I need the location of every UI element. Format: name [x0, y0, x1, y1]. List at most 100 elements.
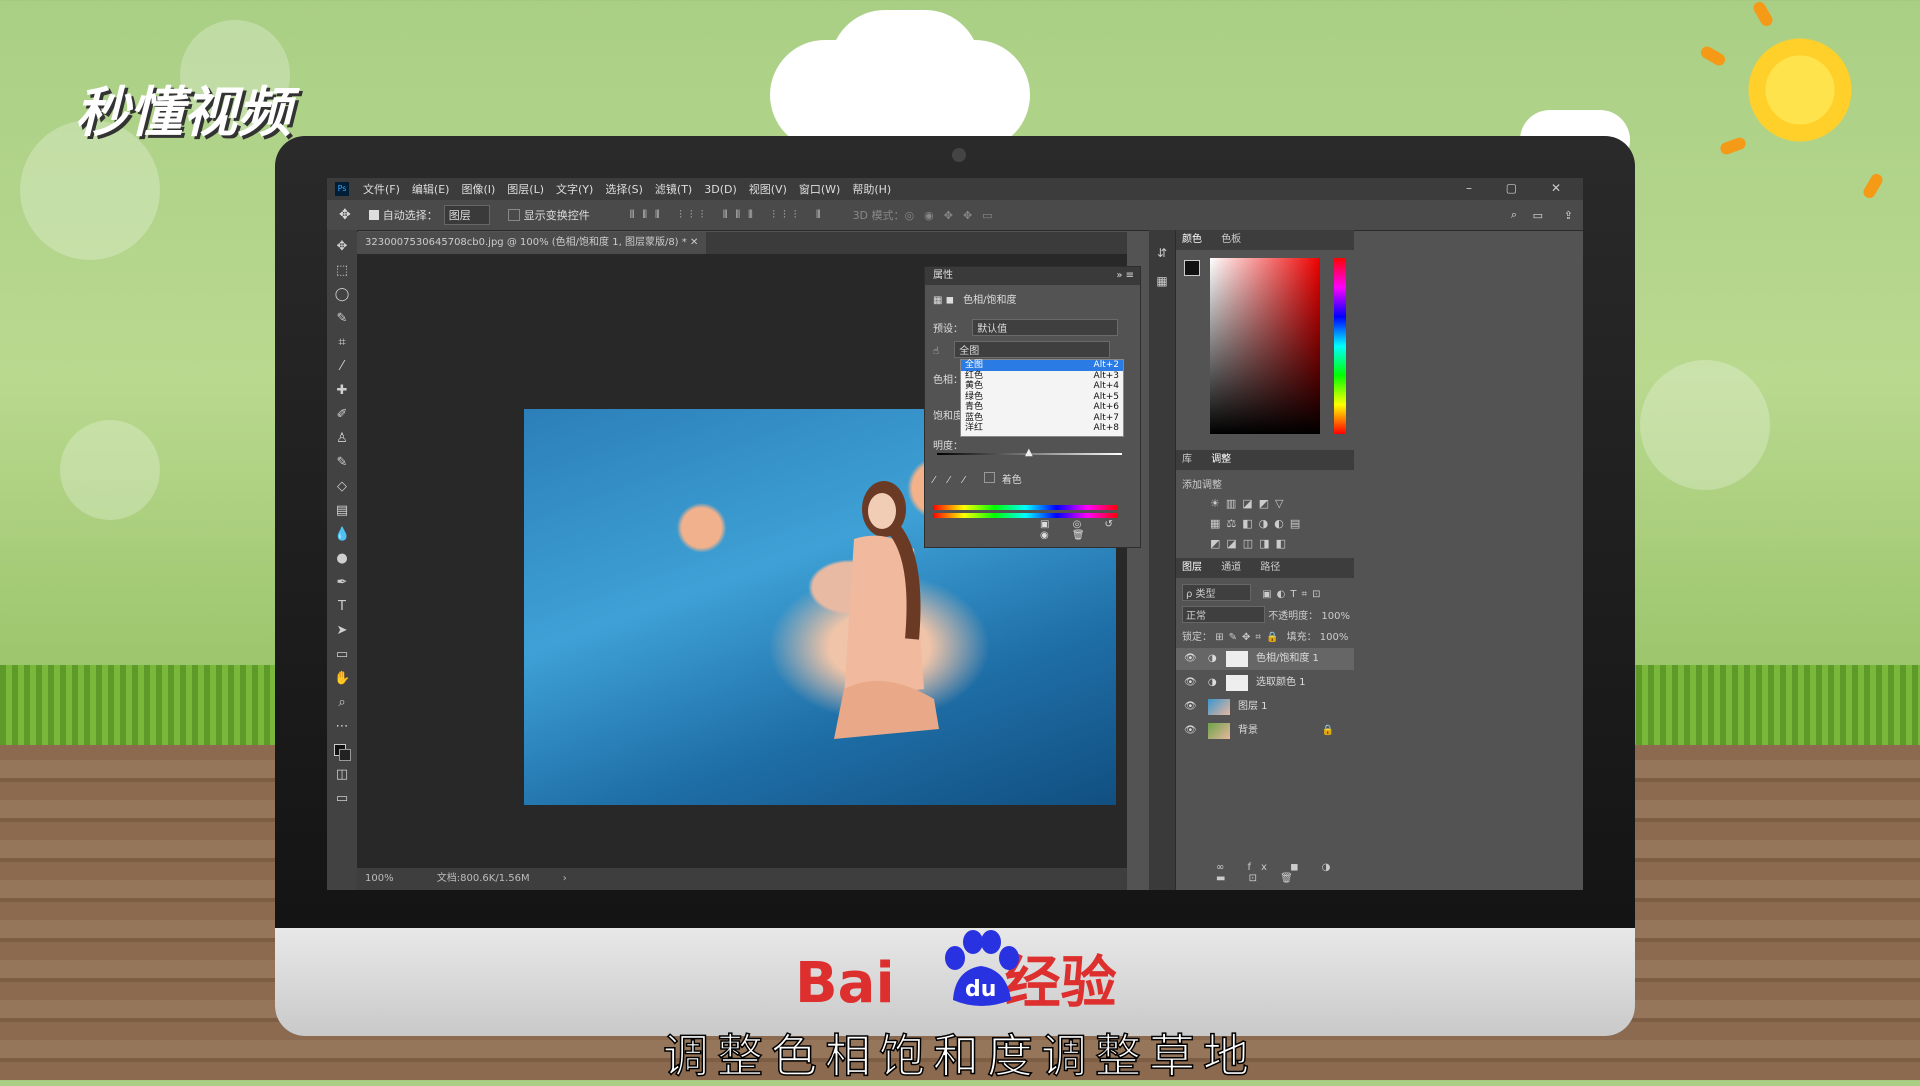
hand-tool-icon[interactable]: ✋ [334, 672, 350, 686]
layer-row[interactable]: 👁 背景 🔒 [1176, 720, 1354, 742]
lock-icons[interactable]: ⊞✎✥⌗🔒 [1215, 632, 1283, 643]
channel-option[interactable]: 红色 Alt+3 [961, 371, 1123, 382]
brush-tool-icon[interactable]: ✐ [334, 408, 350, 422]
channel-option[interactable]: 洋红 Alt+8 [961, 423, 1123, 434]
more-tools-icon[interactable]: ⋯ [334, 720, 350, 734]
menu-help[interactable]: 帮助(H) [852, 181, 891, 197]
eyedropper-minus-icon[interactable]: ⁄ [963, 475, 965, 486]
search-icon[interactable]: ⌕ [1511, 208, 1517, 222]
channel-option[interactable]: 蓝色 Alt+7 [961, 413, 1123, 424]
menu-window[interactable]: 窗口(W) [799, 181, 840, 197]
preset-dropdown[interactable]: 默认值 [972, 319, 1119, 336]
layer-mask-thumbnail[interactable] [1226, 675, 1248, 691]
menu-file[interactable]: 文件(F) [363, 181, 400, 197]
menu-3d[interactable]: 3D(D) [704, 183, 737, 196]
move-tool-icon[interactable]: ✥ [339, 207, 351, 223]
properties-footer-icons[interactable]: ▣ ◎ ↺ ◉ 🗑 [1040, 519, 1140, 541]
type-tool-icon[interactable]: T [334, 600, 350, 614]
menu-select[interactable]: 选择(S) [605, 181, 643, 197]
visibility-eye-icon[interactable]: 👁 [1184, 701, 1197, 712]
shape-tool-icon[interactable]: ▭ [334, 648, 350, 662]
tab-swatches[interactable]: 色板 [1221, 234, 1241, 245]
menu-image[interactable]: 图像(I) [461, 181, 495, 197]
layer-thumbnail[interactable] [1208, 723, 1230, 739]
properties-panel-icon[interactable]: ▦ [1149, 274, 1175, 288]
visibility-eye-icon[interactable]: 👁 [1184, 725, 1197, 736]
layer-row[interactable]: 👁 ◑ 选取颜色 1 [1176, 672, 1354, 694]
fill-field[interactable]: 100% [1320, 632, 1349, 643]
tab-adjustments[interactable]: 调整 [1211, 454, 1231, 465]
eraser-tool-icon[interactable]: ◇ [334, 480, 350, 494]
tab-color[interactable]: 颜色 [1182, 234, 1202, 245]
eyedropper-icon[interactable]: ⁄ [933, 475, 935, 486]
tab-layers[interactable]: 图层 [1182, 562, 1202, 573]
hue-slider[interactable] [1334, 258, 1346, 434]
move-tool-icon[interactable]: ✥ [334, 240, 350, 254]
layer-row[interactable]: 👁 图层 1 [1176, 696, 1354, 718]
menu-view[interactable]: 视图(V) [749, 181, 787, 197]
layer-row[interactable]: 👁 ◑ 色相/饱和度 1 [1176, 648, 1354, 670]
visibility-eye-icon[interactable]: 👁 [1184, 653, 1197, 664]
channel-option[interactable]: 青色 Alt+6 [961, 402, 1123, 413]
history-panel-icon[interactable]: ⇵ [1149, 246, 1175, 260]
panel-menu-icon[interactable]: » ≡ [1116, 267, 1134, 285]
show-transform-checkbox[interactable] [507, 209, 520, 221]
menu-type[interactable]: 文字(Y) [556, 181, 593, 197]
path-select-icon[interactable]: ➤ [334, 624, 350, 638]
close-button[interactable]: ✕ [1551, 181, 1561, 195]
mask-icon[interactable]: ◼ [946, 295, 954, 306]
layers-footer-icons[interactable]: ∞ fx ◼ ◑ ▬ ⊡ 🗑 [1216, 862, 1354, 884]
layer-mask-thumbnail[interactable] [1226, 651, 1248, 667]
auto-select-checkbox[interactable] [368, 210, 379, 220]
tab-channels[interactable]: 通道 [1221, 562, 1241, 573]
color-swatch-icon[interactable] [334, 744, 351, 761]
menu-filter[interactable]: 滤镜(T) [655, 181, 692, 197]
minimize-button[interactable]: – [1466, 181, 1472, 195]
restore-button[interactable]: ▢ [1506, 181, 1517, 195]
channel-option[interactable]: 黄色 Alt+4 [961, 381, 1123, 392]
align-icons[interactable]: ⫴⫴⫴ ⫶⫶⫶ ⫴⫴⫴ ⫶⫶⫶ ⫴ [630, 208, 829, 222]
tab-libraries[interactable]: 库 [1182, 454, 1192, 465]
history-brush-icon[interactable]: ✎ [334, 456, 350, 470]
share-icon[interactable]: ⇪ [1564, 209, 1573, 222]
gradient-tool-icon[interactable]: ▤ [334, 504, 350, 518]
lasso-tool-icon[interactable]: ◯ [334, 288, 350, 302]
opacity-field[interactable]: 100% [1321, 611, 1350, 622]
channel-option[interactable]: 全图 Alt+2 [961, 360, 1123, 371]
eyedropper-icon[interactable]: ⁄ [334, 360, 350, 374]
channel-dropdown[interactable]: 全图 [954, 341, 1111, 358]
screen-mode-icon[interactable]: ▭ [334, 792, 350, 806]
lightness-slider-thumb[interactable]: ▲ [1025, 447, 1033, 458]
quick-select-icon[interactable]: ✎ [334, 312, 350, 326]
filter-icons[interactable]: ▣◐T⌗⊡ [1262, 589, 1325, 600]
zoom-level[interactable]: 100% [365, 873, 394, 884]
status-arrow-icon[interactable]: › [563, 873, 567, 884]
targeted-adjust-icon[interactable]: ☝ [933, 346, 939, 357]
color-picker-field[interactable] [1210, 258, 1320, 434]
eyedropper-plus-icon[interactable]: ⁄ [948, 475, 950, 486]
layer-kind-dropdown[interactable]: ρ 类型 [1182, 584, 1251, 601]
auto-select-dropdown[interactable]: 图层 [443, 205, 490, 225]
adjustment-icons[interactable]: ☀▥◪◩▽ ▦⚖◧◑◐▤ ◩◪◫◨◧ [1210, 494, 1306, 554]
quick-mask-icon[interactable]: ◫ [334, 768, 350, 782]
healing-brush-icon[interactable]: ✚ [334, 384, 350, 398]
visibility-eye-icon[interactable]: 👁 [1184, 677, 1197, 688]
workspace-icon[interactable]: ▭ [1533, 209, 1543, 222]
zoom-tool-icon[interactable]: ⌕ [334, 696, 350, 710]
channel-option[interactable]: 绿色 Alt+5 [961, 392, 1123, 403]
pen-tool-icon[interactable]: ✒ [334, 576, 350, 590]
layer-thumbnail[interactable] [1208, 699, 1230, 715]
marquee-tool-icon[interactable]: ⬚ [334, 264, 350, 278]
crop-tool-icon[interactable]: ⌗ [334, 336, 350, 350]
menu-layer[interactable]: 图层(L) [507, 181, 544, 197]
document-tab[interactable]: 3230007530645708cb0.jpg @ 100% (色相/饱和度 1… [357, 232, 707, 254]
colorize-checkbox[interactable] [983, 472, 995, 483]
menu-edit[interactable]: 编辑(E) [412, 181, 450, 197]
dodge-tool-icon[interactable]: ● [334, 552, 350, 566]
close-tab-icon[interactable]: ✕ [690, 237, 698, 248]
blend-mode-dropdown[interactable]: 正常 [1182, 606, 1265, 623]
stamp-tool-icon[interactable]: ♙ [334, 432, 350, 446]
blur-tool-icon[interactable]: 💧 [334, 528, 350, 542]
fg-bg-swatch[interactable] [1184, 260, 1200, 276]
tab-paths[interactable]: 路径 [1260, 562, 1280, 573]
